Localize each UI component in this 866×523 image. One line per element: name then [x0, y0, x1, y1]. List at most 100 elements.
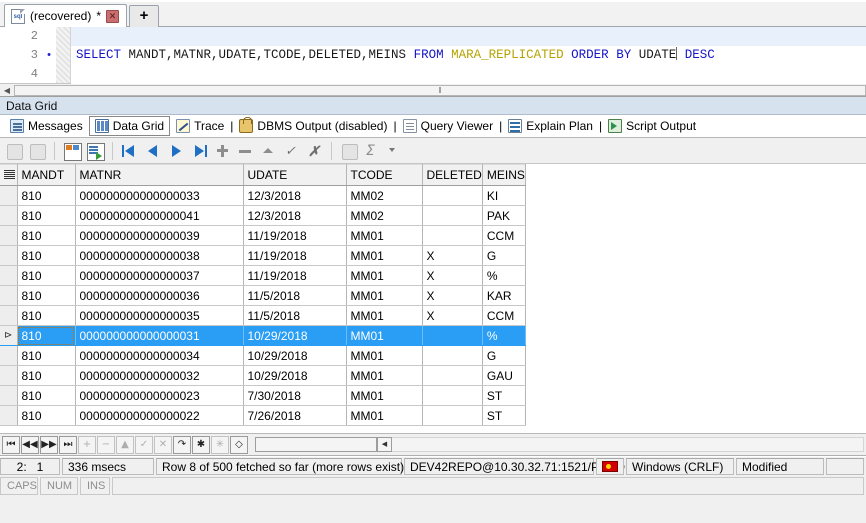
cell-mandt[interactable]: 810 — [17, 325, 76, 346]
table-row[interactable]: 810 000000000000000037 11/19/2018 MM01 X% — [0, 265, 526, 286]
sum-icon[interactable]: Σ — [362, 141, 382, 161]
add-row-icon[interactable]: + — [78, 435, 96, 454]
cell-udate[interactable]: 10/29/2018 — [243, 345, 347, 366]
cell-matnr[interactable]: 000000000000000031 — [75, 325, 244, 346]
rollback-icon[interactable]: ✗ — [304, 141, 324, 161]
cell-udate[interactable]: 12/3/2018 — [243, 185, 347, 206]
close-icon[interactable]: ✕ — [106, 9, 120, 23]
cell-deleted[interactable] — [422, 205, 483, 226]
cell-matnr[interactable]: 000000000000000023 — [75, 385, 244, 406]
cell-matnr[interactable]: 000000000000000037 — [75, 265, 244, 286]
cell-matnr[interactable]: 000000000000000039 — [75, 225, 244, 246]
row-selector[interactable] — [0, 265, 18, 286]
grid-horizontal-scrollbar[interactable]: ◀ — [255, 436, 864, 453]
tab-dbms-output[interactable]: DBMS Output (disabled) — [234, 116, 392, 136]
cell-deleted[interactable] — [422, 185, 483, 206]
cell-meins[interactable]: % — [482, 265, 526, 286]
add-tab-button[interactable]: + — [129, 5, 160, 27]
column-header-matnr[interactable]: MATNR — [75, 164, 244, 186]
cell-udate[interactable]: 11/19/2018 — [243, 225, 347, 246]
cell-meins[interactable]: G — [482, 245, 526, 266]
cell-matnr[interactable]: 000000000000000035 — [75, 305, 244, 326]
cell-meins[interactable]: ST — [482, 405, 526, 426]
cell-deleted[interactable] — [422, 325, 483, 346]
table-row[interactable]: 810 000000000000000038 11/19/2018 MM01 X G — [0, 245, 526, 266]
cell-udate[interactable]: 12/3/2018 — [243, 205, 347, 226]
move-up-icon[interactable]: ▲ — [116, 435, 134, 454]
row-selector-current[interactable]: ⊳ — [0, 325, 18, 346]
row-selector[interactable] — [0, 365, 18, 386]
insert-record-icon[interactable] — [212, 141, 232, 161]
accept-icon[interactable]: ✓ — [135, 435, 153, 454]
table-row-selected[interactable]: ⊳ 810 000000000000000031 10/29/2018 MM01% — [0, 325, 526, 346]
cell-matnr[interactable]: 000000000000000041 — [75, 205, 244, 226]
cell-meins[interactable]: CCM — [482, 305, 526, 326]
cell-meins[interactable]: CCM — [482, 225, 526, 246]
last-record-icon[interactable] — [189, 141, 209, 161]
tab-recovered[interactable]: sql (recovered) * ✕ — [4, 4, 128, 27]
cell-tcode[interactable]: MM02 — [346, 205, 423, 226]
table-row[interactable]: 810 000000000000000035 11/5/2018 MM01 X CCM — [0, 305, 526, 326]
table-row[interactable]: 810 000000000000000041 12/3/2018 MM02 PAK — [0, 205, 526, 226]
asterisk-icon[interactable]: ✱ — [192, 435, 210, 454]
cell-tcode[interactable]: MM01 — [346, 225, 423, 246]
cell-meins[interactable]: PAK — [482, 205, 526, 226]
tab-script-output[interactable]: Script Output — [603, 116, 701, 136]
scroll-thumb[interactable] — [255, 437, 377, 452]
cell-meins[interactable]: KAR — [482, 285, 526, 306]
editor-horizontal-scrollbar[interactable]: ◀ ‖ — [0, 83, 866, 96]
table-row[interactable]: 810 000000000000000032 10/29/2018 MM01 GAU — [0, 365, 526, 386]
cell-mandt[interactable]: 810 — [17, 265, 76, 286]
scroll-left-arrow-icon[interactable]: ◀ — [0, 86, 14, 95]
cell-meins[interactable]: KI — [482, 185, 526, 206]
cell-deleted[interactable]: X — [422, 265, 483, 286]
highlight-icon[interactable] — [339, 141, 359, 161]
row-selector[interactable] — [0, 185, 18, 206]
cell-meins[interactable]: % — [482, 325, 526, 346]
import-data-icon[interactable] — [4, 141, 24, 161]
cell-meins[interactable]: GAU — [482, 365, 526, 386]
cell-mandt[interactable]: 810 — [17, 305, 76, 326]
column-header-mandt[interactable]: MANDT — [17, 164, 76, 186]
tab-trace[interactable]: Trace — [171, 116, 229, 136]
column-header-deleted[interactable]: DELETED — [422, 164, 483, 186]
dropdown-arrow-icon[interactable] — [385, 141, 405, 161]
previous-record-icon[interactable] — [143, 141, 163, 161]
cell-tcode[interactable]: MM01 — [346, 345, 423, 366]
code-fold-gutter[interactable] — [56, 27, 71, 83]
cancel-icon[interactable]: ✕ — [154, 435, 172, 454]
cell-udate[interactable]: 11/19/2018 — [243, 265, 347, 286]
nav-next-page-icon[interactable]: ▶▶ — [40, 435, 58, 454]
cell-mandt[interactable]: 810 — [17, 385, 76, 406]
cell-matnr[interactable]: 000000000000000038 — [75, 245, 244, 266]
row-selector[interactable] — [0, 305, 18, 326]
tab-explain-plan[interactable]: Explain Plan — [503, 116, 598, 136]
cell-tcode[interactable]: MM02 — [346, 185, 423, 206]
single-record-view-icon[interactable] — [62, 141, 82, 161]
flag-cell[interactable] — [596, 458, 624, 475]
cell-matnr[interactable]: 000000000000000022 — [75, 405, 244, 426]
cell-deleted[interactable]: X — [422, 285, 483, 306]
cell-meins[interactable]: G — [482, 345, 526, 366]
scroll-thumb[interactable]: ‖ — [14, 84, 866, 96]
line-terminator[interactable]: Windows (CRLF) — [626, 458, 734, 475]
cell-tcode[interactable]: MM01 — [346, 365, 423, 386]
cell-mandt[interactable]: 810 — [17, 245, 76, 266]
duplicate-record-icon[interactable] — [258, 141, 278, 161]
cell-udate[interactable]: 10/29/2018 — [243, 325, 347, 346]
cell-udate[interactable]: 11/5/2018 — [243, 285, 347, 306]
next-record-icon[interactable] — [166, 141, 186, 161]
row-selector[interactable] — [0, 345, 18, 366]
cell-deleted[interactable] — [422, 345, 483, 366]
tab-messages[interactable]: Messages — [5, 116, 88, 136]
delete-record-icon[interactable] — [235, 141, 255, 161]
cell-deleted[interactable] — [422, 385, 483, 406]
column-header-udate[interactable]: UDATE — [243, 164, 347, 186]
cell-meins[interactable]: ST — [482, 385, 526, 406]
column-header-tcode[interactable]: TCODE — [346, 164, 423, 186]
cell-tcode[interactable]: MM01 — [346, 385, 423, 406]
cell-udate[interactable]: 7/26/2018 — [243, 405, 347, 426]
cell-mandt[interactable]: 810 — [17, 405, 76, 426]
cell-udate[interactable]: 7/30/2018 — [243, 385, 347, 406]
cell-tcode[interactable]: MM01 — [346, 265, 423, 286]
